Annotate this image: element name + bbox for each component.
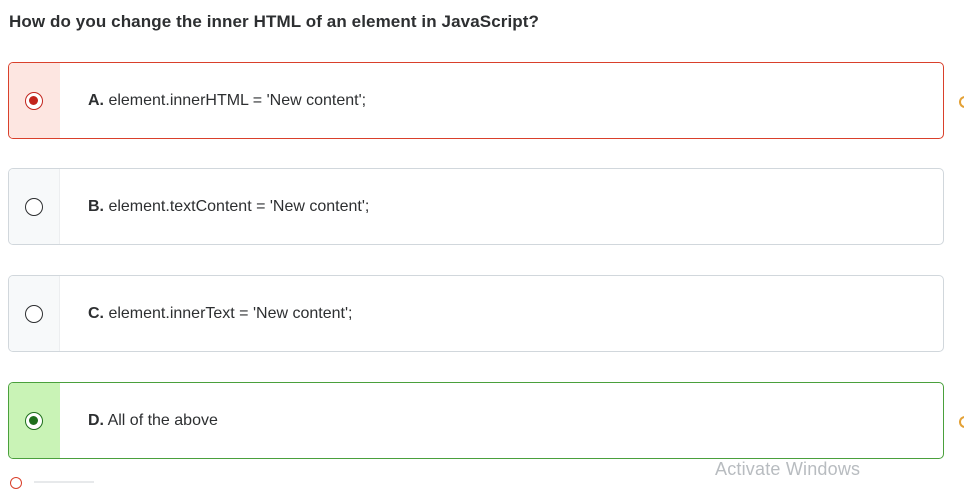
option-letter: D. [88,412,104,429]
option-text: All of the above [104,412,218,429]
radio-column [9,276,60,351]
radio-button-a[interactable] [25,92,43,110]
answer-option-b[interactable]: B. element.textContent = 'New content'; [8,168,944,245]
answer-option-d-label: D. All of the above [88,412,218,430]
option-letter: A. [88,92,104,109]
radio-column [9,169,60,244]
answer-option-d[interactable]: D. All of the above [8,382,944,459]
radio-column [9,383,60,458]
option-letter: B. [88,198,104,215]
radio-selected-dot [29,96,38,105]
radio-column [9,63,60,138]
option-letter: C. [88,305,104,322]
answer-option-a-label: A. element.innerHTML = 'New content'; [88,92,366,110]
edge-indicator-icon [959,416,964,428]
edge-indicator-icon [959,96,964,108]
radio-button-c[interactable] [25,305,43,323]
option-text: element.innerText = 'New content'; [104,305,353,322]
radio-button-b[interactable] [25,198,43,216]
answer-option-c-label: C. element.innerText = 'New content'; [88,305,352,323]
option-text: element.innerHTML = 'New content'; [104,92,367,109]
incorrect-icon [10,477,22,489]
radio-button-d[interactable] [25,412,43,430]
answer-option-a[interactable]: A. element.innerHTML = 'New content'; [8,62,944,139]
radio-selected-dot [29,416,38,425]
option-text: element.textContent = 'New content'; [104,198,370,215]
question-text: How do you change the inner HTML of an e… [9,12,540,31]
activate-windows-watermark: Activate Windows [715,459,861,479]
answer-option-b-label: B. element.textContent = 'New content'; [88,198,369,216]
answer-option-c[interactable]: C. element.innerText = 'New content'; [8,275,944,352]
